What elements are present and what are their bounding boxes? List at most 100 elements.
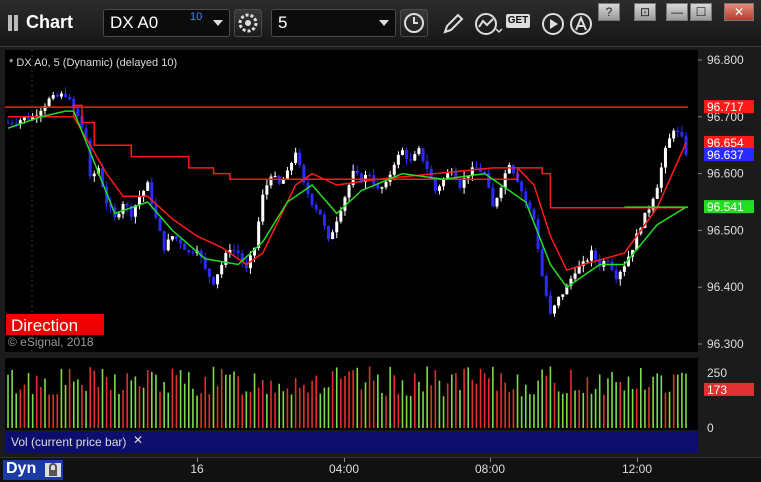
candle-body	[454, 171, 458, 180]
candle-body	[294, 152, 298, 163]
play-icon[interactable]	[540, 11, 566, 37]
candle-body	[55, 95, 59, 97]
chart-area[interactable]: 96.800 96.700 96.600 96.500 96.400 96.300 96.7…	[0, 47, 761, 481]
candle-body	[585, 260, 589, 262]
symbol-input[interactable]: DX A0 10	[103, 9, 230, 37]
alert-icon[interactable]	[568, 11, 594, 37]
help-button[interactable]: ?	[598, 3, 620, 21]
candle-body	[437, 186, 441, 191]
candle-body	[368, 174, 372, 176]
candle-body	[121, 203, 125, 214]
gear-icon	[238, 13, 258, 33]
window-grip-icon[interactable]	[8, 15, 20, 31]
lock-icon[interactable]	[44, 462, 62, 478]
volume-tick-label: 250	[707, 366, 727, 380]
candle-body	[331, 232, 335, 240]
candle-body	[680, 132, 684, 137]
candle-body	[421, 148, 425, 162]
candle-body	[540, 249, 544, 277]
candle-body	[117, 213, 121, 218]
app-title: Chart	[26, 12, 74, 32]
candle-body	[614, 270, 618, 280]
candle-body	[322, 214, 326, 226]
candle-body	[495, 198, 499, 207]
close-button[interactable]: ✕	[724, 3, 754, 21]
volume-close-icon[interactable]: ✕	[133, 433, 143, 447]
link-button[interactable]: ⊡	[634, 3, 656, 21]
candle-body	[10, 122, 14, 124]
clock-icon	[404, 13, 424, 33]
chevron-down-icon[interactable]	[379, 20, 389, 26]
candle-body	[269, 176, 273, 186]
candle-body	[499, 187, 503, 199]
candle-body	[622, 266, 626, 272]
candle-body	[474, 167, 478, 169]
candle-body	[22, 117, 26, 121]
candle-body	[663, 147, 667, 168]
candle-body	[59, 93, 63, 97]
maximize-button[interactable]: ☐	[690, 3, 712, 21]
candle-body	[548, 295, 552, 314]
price-label-text: 96.717	[707, 100, 744, 114]
candle-body	[433, 178, 437, 191]
time-tick-label: 12:00	[621, 462, 653, 476]
candle-body	[511, 165, 515, 174]
price-chart[interactable]: 96.80096.70096.60096.50096.40096.30096.7…	[0, 47, 761, 457]
candle-body	[347, 185, 351, 198]
candle-body	[676, 130, 680, 133]
price-tick-label: 96.400	[707, 280, 744, 294]
candle-body	[6, 122, 10, 124]
chevron-down-icon[interactable]	[213, 20, 223, 26]
candle-body	[92, 173, 96, 177]
candle-body	[655, 187, 659, 199]
minimize-button[interactable]: —	[666, 3, 688, 21]
candle-body	[392, 164, 396, 175]
status-bar: Dyn 16 04:00 08:00 12:00	[0, 457, 761, 482]
time-tick-label: 16	[190, 462, 204, 476]
candle-body	[425, 161, 429, 169]
candle-body	[396, 154, 400, 165]
candle-body	[187, 249, 191, 253]
price-tick-label: 96.800	[707, 53, 744, 67]
chart-header: * DX A0, 5 (Dynamic) (delayed 10)	[9, 57, 177, 69]
volume-tick-label: 0	[707, 421, 714, 435]
get-data-button[interactable]: GET	[506, 14, 534, 32]
candle-body	[314, 204, 318, 210]
candle-body	[220, 264, 224, 275]
volume-panel[interactable]	[5, 358, 698, 430]
candle-body	[211, 276, 215, 285]
candle-body	[64, 93, 68, 97]
candle-body	[672, 130, 676, 139]
candle-body	[310, 194, 314, 205]
candle-body	[339, 210, 343, 222]
candle-body	[327, 225, 331, 240]
candle-body	[170, 236, 174, 240]
settings-gear-button[interactable]	[234, 9, 262, 37]
interval-input[interactable]: 5	[271, 9, 396, 37]
candle-body	[27, 117, 31, 120]
pencil-draw-icon[interactable]	[440, 11, 466, 37]
candle-body	[183, 243, 187, 250]
time-clock-button[interactable]	[400, 9, 428, 37]
get-label: GET	[506, 14, 530, 28]
candle-body	[417, 148, 421, 155]
candle-body	[413, 154, 417, 161]
candle-body	[606, 261, 610, 263]
candle-body	[179, 238, 183, 244]
candle-body	[647, 209, 651, 213]
candle-body	[659, 167, 663, 188]
candle-body	[285, 170, 289, 180]
study-indicator-icon[interactable]	[473, 11, 503, 37]
candle-body	[207, 268, 211, 277]
candle-body	[405, 150, 409, 160]
price-tick-label: 96.300	[707, 337, 744, 351]
candle-body	[520, 181, 524, 192]
candle-body	[162, 230, 166, 251]
candle-body	[158, 217, 162, 231]
mode-badge[interactable]: Dyn	[3, 460, 63, 480]
candle-body	[273, 175, 277, 177]
candle-body	[68, 96, 72, 100]
price-panel[interactable]	[5, 50, 698, 352]
price-label-text: 96.541	[707, 200, 744, 214]
title-bar: Chart DX A0 10 5 GET ? ⊡ — ☐ ✕	[0, 0, 761, 47]
